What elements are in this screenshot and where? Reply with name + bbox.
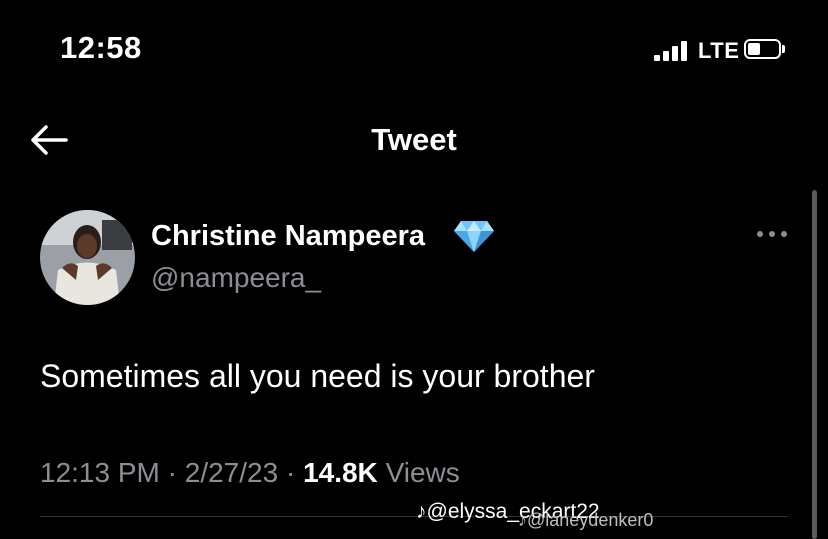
tiktok-icon: ♪ xyxy=(416,500,427,523)
views-label[interactable]: Views xyxy=(386,457,460,488)
tweet-date: 2/27/23 xyxy=(184,457,279,488)
battery-icon xyxy=(744,39,785,61)
tweet-author: Christine Nampeera @nampeera_ xyxy=(40,208,800,308)
meta-separator: · xyxy=(167,457,177,488)
network-label: LTE xyxy=(698,38,740,63)
divider xyxy=(40,516,788,517)
views-count[interactable]: 14.8K xyxy=(303,457,378,488)
author-name[interactable]: Christine Nampeera xyxy=(151,220,425,253)
tweet-time: 12:13 PM xyxy=(40,457,160,488)
author-handle[interactable]: @nampeera_ xyxy=(151,262,321,294)
status-time: 12:58 xyxy=(60,30,142,65)
page-title: Tweet xyxy=(371,122,457,157)
avatar[interactable] xyxy=(40,210,135,305)
status-bar: 12:58 LTE xyxy=(0,0,828,100)
watermark-secondary: ♪@laneydenker0 xyxy=(518,510,654,530)
signal-icon xyxy=(654,41,692,61)
more-options-icon[interactable] xyxy=(755,226,789,242)
nav-bar: Tweet xyxy=(0,110,828,170)
tweet-meta: 12:13 PM · 2/27/23 · 14.8K Views xyxy=(40,457,460,489)
tiktok-icon: ♪ xyxy=(518,510,527,530)
tweet-text: Sometimes all you need is your brother xyxy=(40,358,595,394)
meta-separator: · xyxy=(285,457,296,488)
scrollbar[interactable] xyxy=(812,190,817,539)
blue-gem-icon xyxy=(454,221,494,252)
